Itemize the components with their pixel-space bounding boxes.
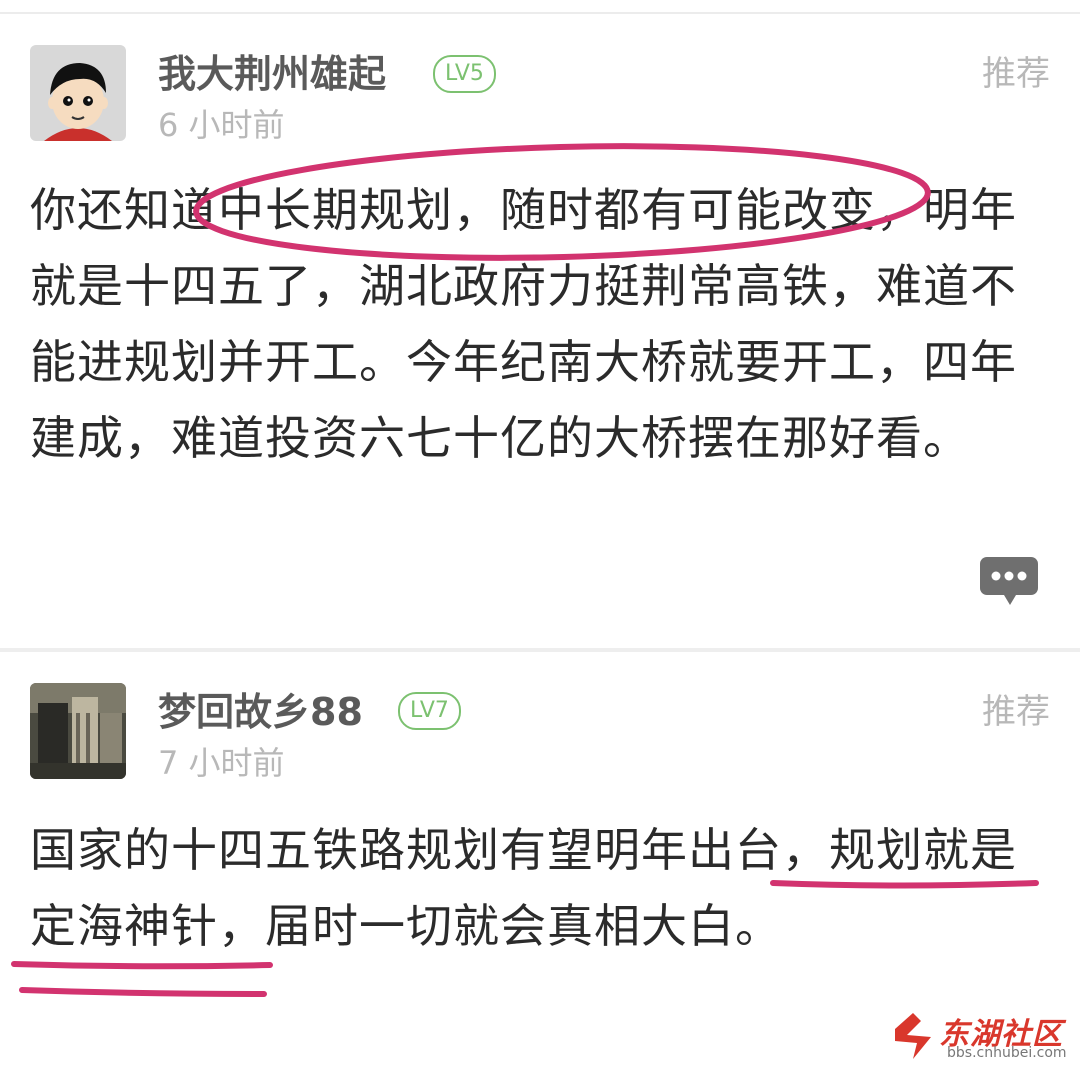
comment-divider	[0, 648, 1080, 652]
comment-text-line: 建成，难道投资六七十亿的大桥摆在那好看。	[30, 411, 970, 465]
recommend-button[interactable]: 推荐	[982, 54, 1050, 94]
recommend-button[interactable]: 推荐	[982, 692, 1050, 732]
post-time: 6 小时前	[158, 106, 285, 144]
username[interactable]: 我大荆州雄起	[158, 52, 386, 96]
site-watermark: 东湖社区 bbs.cnhubei.com	[891, 1007, 1076, 1065]
photo-avatar-icon	[30, 683, 126, 779]
more-dots-bubble-icon	[980, 557, 1038, 605]
comment-text-line: 定海神针，届时一切就会真相大白。	[30, 899, 782, 953]
username[interactable]: 梦回故乡88	[158, 690, 363, 734]
comment-text-line: 你还知道中长期规划，随时都有可能改变，明年	[30, 183, 1017, 237]
cartoon-avatar-icon	[30, 45, 126, 141]
post-time: 7 小时前	[158, 744, 285, 782]
comment-text-line: 国家的十四五铁路规划有望明年出台，规划就是	[30, 823, 1017, 877]
site-logo-icon	[895, 1013, 931, 1059]
level-badge: LV7	[398, 692, 461, 730]
watermark-url: bbs.cnhubei.com	[947, 1045, 1067, 1061]
comment-page: 我大荆州雄起 LV5 6 小时前 推荐 你还知道中长期规划，随时都有可能改变，明…	[0, 0, 1080, 1071]
comment-text-line: 就是十四五了，湖北政府力挺荆常高铁，难道不	[30, 259, 1017, 313]
comment-text-line: 能进规划并开工。今年纪南大桥就要开工，四年	[30, 335, 1017, 389]
annotation-underline	[19, 987, 267, 997]
level-badge: LV5	[433, 55, 496, 93]
comment-text: 你还知道中长期规划，随时都有可能改变，明年 就是十四五了，湖北政府力挺荆常高铁，…	[30, 172, 1050, 476]
annotation-underline	[11, 961, 273, 970]
top-divider	[0, 12, 1080, 14]
more-options-button[interactable]	[980, 557, 1038, 605]
user-avatar[interactable]	[30, 683, 126, 779]
comment-text: 国家的十四五铁路规划有望明年出台，规划就是 定海神针，届时一切就会真相大白。	[30, 812, 1050, 964]
user-avatar[interactable]	[30, 45, 126, 141]
